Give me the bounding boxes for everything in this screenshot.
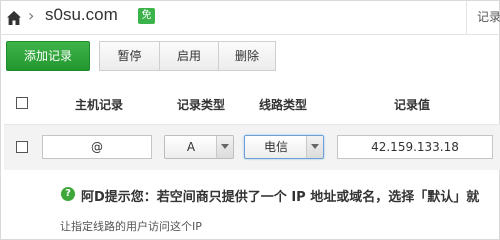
hint-text: 阿D提示您：若空间商只提供了一个 IP 地址或域名，选择「默认」就 — [81, 190, 480, 205]
question-icon: ? — [61, 187, 75, 201]
row-checkbox[interactable] — [16, 141, 28, 153]
line-type-value: 电信 — [263, 140, 288, 154]
records-tab[interactable]: 记录 — [466, 1, 500, 35]
type-column-header: 记录类型 — [177, 98, 226, 112]
enable-button[interactable]: 启用 — [159, 41, 219, 71]
add-record-button[interactable]: 添加记录 — [6, 41, 90, 71]
host-column-header: 主机记录 — [75, 98, 124, 112]
pause-button[interactable]: 暂停 — [99, 41, 160, 71]
top-bar: › s0su.com 免 记录 — [0, 0, 500, 35]
value-column-header: 记录值 — [394, 98, 431, 112]
line-type-select[interactable]: 电信 — [244, 135, 324, 159]
record-value-input[interactable]: 42.159.133.18 — [337, 135, 493, 159]
hint-subtext: 让指定线路的用户访问这个IP — [60, 220, 202, 233]
chevron-down-icon — [216, 136, 233, 158]
select-all-checkbox[interactable] — [16, 97, 28, 109]
free-badge: 免 — [138, 8, 155, 24]
breadcrumb-chevron-icon: › — [28, 6, 35, 25]
line-column-header: 线路类型 — [259, 98, 308, 112]
record-type-select[interactable]: A — [164, 135, 234, 159]
home-icon[interactable] — [6, 10, 22, 26]
domain-name: s0su.com — [45, 5, 118, 24]
host-record-input[interactable]: @ — [42, 135, 152, 159]
delete-button[interactable]: 删除 — [218, 41, 276, 71]
chevron-down-icon — [306, 136, 323, 158]
record-type-value: A — [186, 140, 196, 154]
